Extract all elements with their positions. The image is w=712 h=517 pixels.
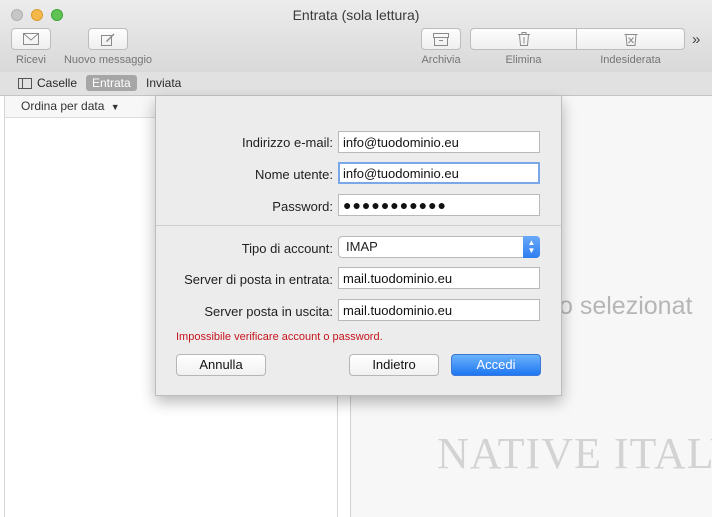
toolbar-overflow-chevron-icon[interactable]: » [692,31,700,48]
trash-icon [517,32,530,46]
compose-button[interactable] [88,28,128,50]
no-message-selected-text: o selezionat [559,292,693,320]
favorites-bar: Caselle Entrata Inviata [0,72,712,96]
delete-label: Elimina [505,54,542,66]
envelope-icon [23,33,39,45]
archive-label: Archivia [421,54,461,66]
select-stepper-icon: ▲ ▼ [523,236,540,258]
email-label: Indirizzo e-mail: [241,135,333,150]
archive-box-icon [433,32,449,46]
delete-button[interactable] [470,28,577,50]
sort-by-date-dropdown[interactable]: Ordina per data ▼ [21,99,120,113]
get-mail-label: Ricevi [16,54,46,66]
account-type-value: IMAP [346,239,378,254]
titlebar-toolbar: Entrata (sola lettura) Ricevi Nuovo mess… [0,0,712,73]
mailboxes-button[interactable]: Caselle [18,76,77,90]
incoming-server-field[interactable] [338,267,540,289]
favorite-sent[interactable]: Inviata [146,76,181,90]
account-setup-sheet: Indirizzo e-mail: Nome utente: Password:… [155,96,562,396]
account-type-select[interactable]: IMAP ▲ ▼ [338,236,540,258]
chevron-down-icon: ▼ [110,102,120,112]
watermark-logo: NATIVE ITALY [437,429,712,478]
junk-bin-icon [624,34,637,46]
outgoing-server-label: Server posta in uscita: [204,304,333,319]
sign-in-button[interactable]: Accedi [451,354,541,376]
email-field[interactable] [338,131,540,153]
mail-window: Entrata (sola lettura) Ricevi Nuovo mess… [0,0,712,517]
mailboxes-label: Caselle [37,76,78,90]
compose-icon [101,33,115,46]
junk-button[interactable] [576,28,685,50]
cancel-button[interactable]: Annulla [176,354,266,376]
password-field[interactable] [338,194,540,216]
outgoing-server-field[interactable] [338,299,540,321]
section-divider [156,225,561,226]
junk-label: Indesiderata [600,54,661,66]
window-title: Entrata (sola lettura) [292,7,420,23]
incoming-server-label: Server di posta in entrata: [184,272,333,287]
password-label: Password: [272,199,333,214]
back-button[interactable]: Indietro [349,354,439,376]
get-mail-button[interactable] [11,28,51,50]
archive-button[interactable] [421,28,461,50]
username-field[interactable] [338,162,540,184]
sort-label: Ordina per data [21,99,105,113]
error-message: Impossibile verificare account o passwor… [176,331,383,343]
compose-label: Nuovo messaggio [63,54,153,66]
favorite-inbox[interactable]: Entrata [86,75,137,91]
sidebar-toggle-icon [18,77,32,89]
account-type-label: Tipo di account: [241,241,333,256]
username-label: Nome utente: [254,167,333,182]
